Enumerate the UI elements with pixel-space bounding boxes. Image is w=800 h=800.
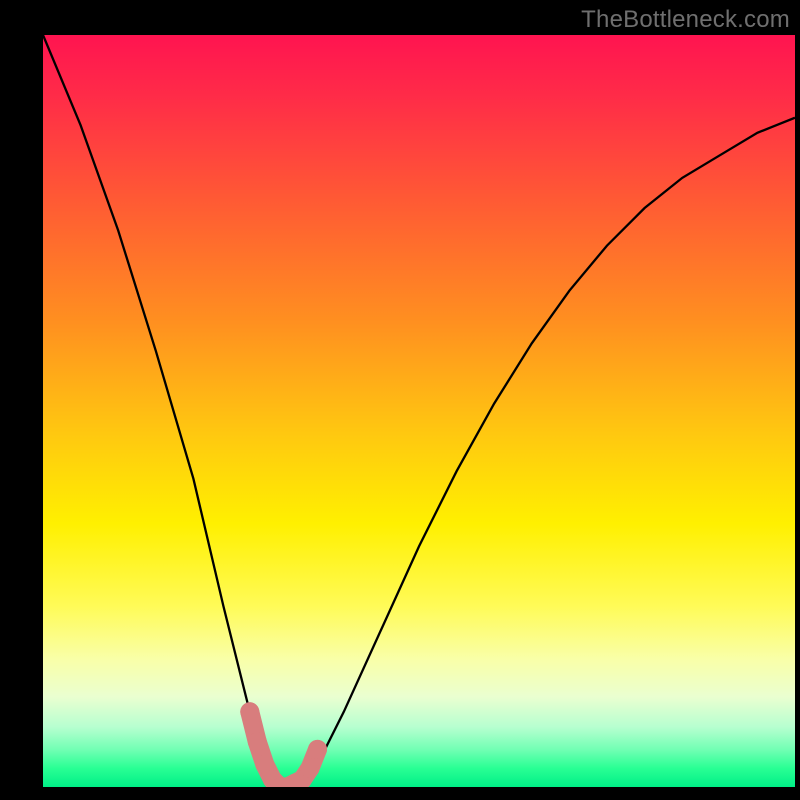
optimal-marker-dot [308,740,327,759]
optimal-markers [240,702,327,787]
optimal-marker-dot [240,702,259,721]
bottleneck-curve [43,35,795,787]
plot-area [43,35,795,787]
curve-layer [43,35,795,787]
chart-svg [43,35,795,787]
watermark-text: TheBottleneck.com [581,6,790,34]
optimal-marker-dot [301,759,320,778]
chart-frame: TheBottleneck.com [0,0,800,800]
optimal-marker-dot [248,732,267,751]
